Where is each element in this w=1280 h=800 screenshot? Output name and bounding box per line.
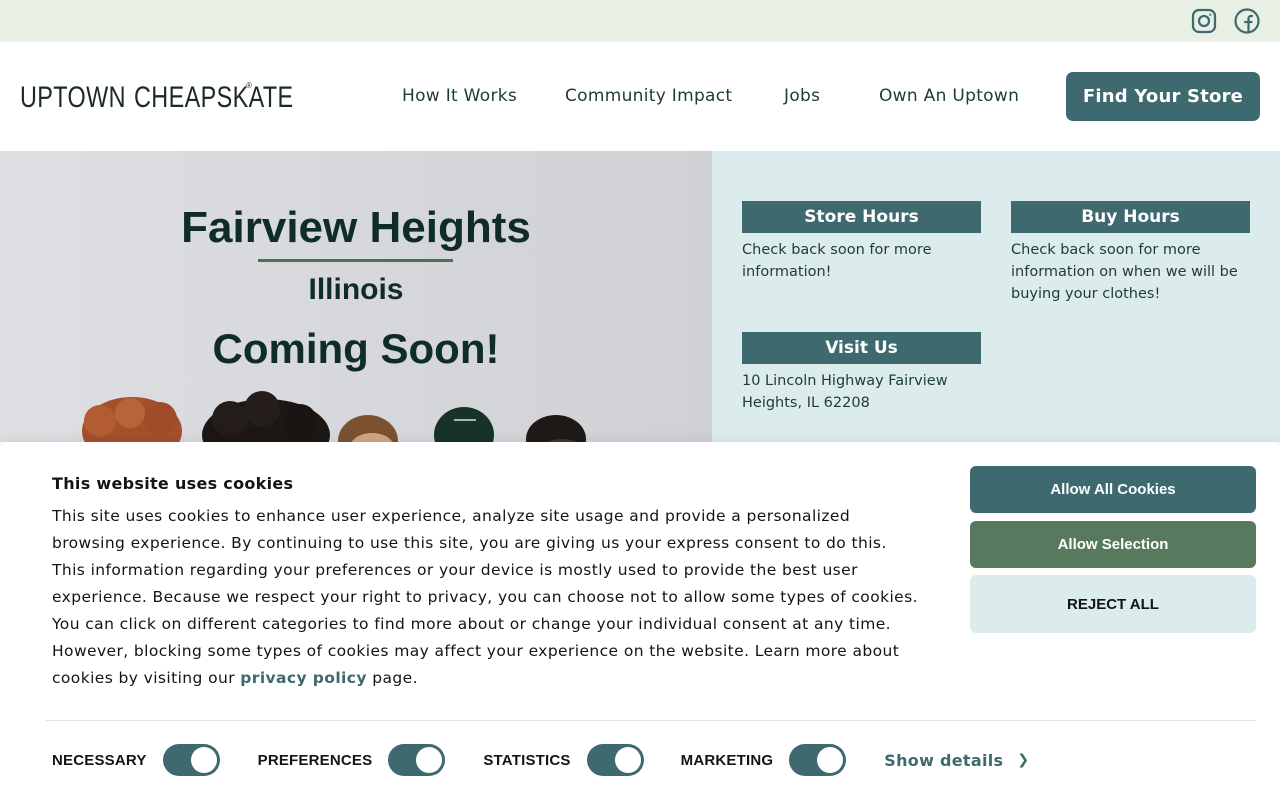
cookie-category-toggles: NECESSARY PREFERENCES STATISTICS MARKETI… [52, 744, 1029, 776]
toggle-knob [614, 747, 641, 773]
store-address[interactable]: 10 Lincoln Highway Fairview Heights, IL … [742, 370, 981, 414]
cookie-body-end: page. [366, 669, 418, 687]
store-hours-card: Store Hours Check back soon for more inf… [742, 201, 981, 283]
toggle-knob [416, 747, 443, 773]
cookie-consent-banner: This website uses cookies This site uses… [0, 442, 1280, 800]
nav-how-it-works[interactable]: How It Works [402, 86, 517, 106]
hero-people-image [82, 391, 586, 442]
toggle-knob [817, 747, 844, 773]
statistics-label: STATISTICS [483, 751, 571, 769]
buy-hours-card: Buy Hours Check back soon for more infor… [1011, 201, 1250, 305]
allow-all-cookies-button[interactable]: Allow All Cookies [970, 466, 1256, 513]
necessary-toggle[interactable] [162, 744, 220, 776]
preferences-label: PREFERENCES [257, 751, 373, 769]
nav-jobs[interactable]: Jobs [784, 86, 820, 106]
cookie-body-text: This site uses cookies to enhance user e… [52, 507, 918, 687]
cookie-divider [46, 720, 1256, 721]
facebook-icon[interactable] [1234, 8, 1260, 34]
store-hero: Fairview Heights Illinois Coming Soon! [0, 151, 712, 442]
marketing-label: MARKETING [680, 751, 774, 769]
buy-hours-text: Check back soon for more information on … [1011, 242, 1238, 302]
statistics-toggle[interactable] [586, 744, 644, 776]
uptown-cheapskate-logo[interactable]: UPTOWN CHEAPSKATE ® [20, 81, 338, 115]
store-hours-heading: Store Hours [742, 201, 981, 233]
chevron-right-icon: ❯ [1017, 752, 1030, 768]
logo-word-cheapskate: CHEAPSKATE [133, 81, 294, 114]
buy-hours-heading: Buy Hours [1011, 201, 1250, 233]
allow-selection-button[interactable]: Allow Selection [970, 521, 1256, 568]
show-details-label: Show details [884, 750, 1004, 770]
instagram-icon[interactable] [1191, 8, 1217, 34]
store-city-title: Fairview Heights [181, 203, 531, 252]
social-bar [0, 0, 1280, 42]
privacy-policy-link[interactable]: privacy policy [240, 669, 367, 687]
cookie-title: This website uses cookies [52, 474, 294, 493]
cookie-description: This site uses cookies to enhance user e… [52, 503, 922, 692]
marketing-toggle[interactable] [789, 744, 847, 776]
nav-community-impact[interactable]: Community Impact [565, 86, 732, 106]
necessary-label: NECESSARY [52, 751, 147, 769]
store-state: Illinois [308, 273, 404, 306]
show-details-link[interactable]: Show details ❯ [884, 751, 1029, 770]
coming-soon-heading: Coming Soon! [212, 325, 500, 372]
logo-word-uptown: UPTOWN [20, 81, 126, 114]
store-info-panel: Store Hours Check back soon for more inf… [712, 151, 1280, 442]
visit-us-card: Visit Us 10 Lincoln Highway Fairview Hei… [742, 332, 981, 414]
store-hours-text: Check back soon for more information! [742, 242, 932, 280]
preferences-toggle[interactable] [388, 744, 446, 776]
visit-us-heading: Visit Us [742, 332, 981, 364]
toggle-knob [190, 747, 217, 773]
site-header: UPTOWN CHEAPSKATE ® How It Works Communi… [0, 42, 1280, 151]
nav-own-an-uptown[interactable]: Own An Uptown [879, 86, 1019, 106]
find-your-store-button[interactable]: Find Your Store [1066, 72, 1260, 121]
reject-all-button[interactable]: REJECT ALL [970, 575, 1256, 633]
registered-mark: ® [246, 81, 253, 90]
title-divider [258, 259, 453, 262]
